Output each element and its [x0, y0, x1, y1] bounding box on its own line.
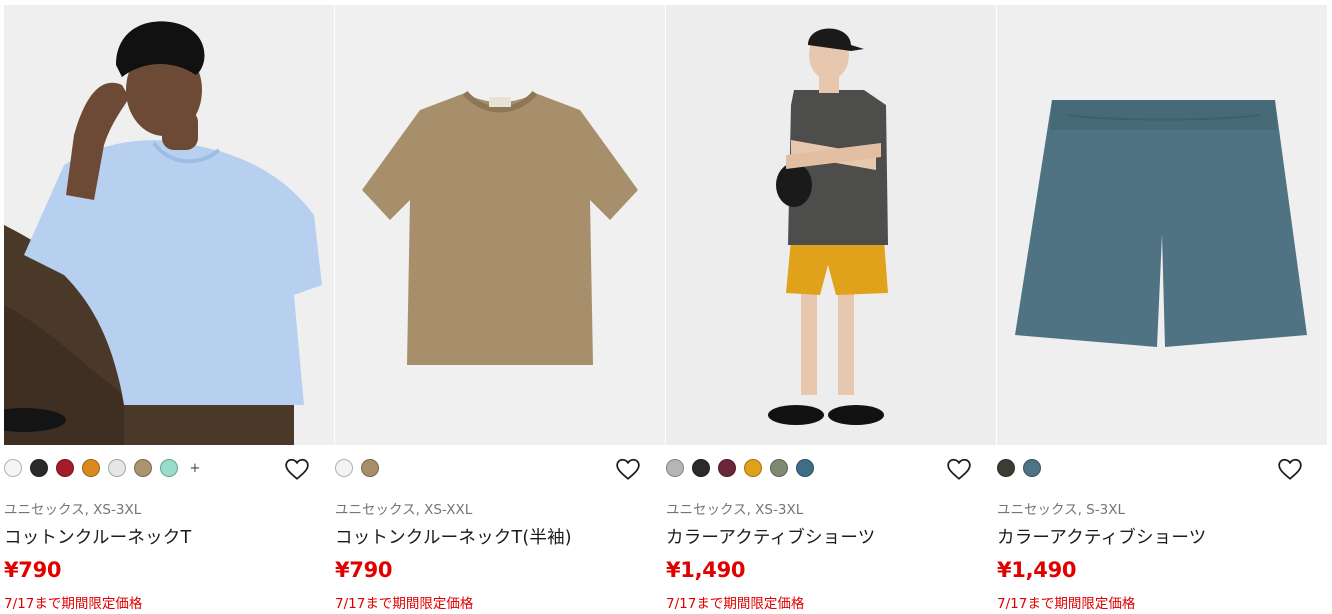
gender-size-label: ユニセックス, XS-XXL [335, 502, 473, 518]
product-name[interactable]: コットンクルーネックT [4, 524, 191, 549]
product-card[interactable]: ユニセックス, S-3XL カラーアクティブショーツ ¥1,490 7/17まで… [997, 5, 1327, 614]
color-swatch[interactable] [160, 459, 178, 477]
product-price: ¥790 [4, 558, 62, 582]
color-swatch[interactable] [692, 459, 710, 477]
color-swatch[interactable] [56, 459, 74, 477]
favorite-heart-icon[interactable] [1277, 457, 1303, 481]
color-swatch[interactable] [30, 459, 48, 477]
favorite-heart-icon[interactable] [284, 457, 310, 481]
more-colors-indicator[interactable]: + [188, 461, 202, 476]
color-swatch[interactable] [134, 459, 152, 477]
limited-price-note: 7/17まで期間限定価格 [666, 596, 805, 612]
color-swatches [666, 459, 814, 477]
gender-size-label: ユニセックス, XS-3XL [4, 502, 142, 518]
product-image[interactable] [4, 5, 334, 445]
product-price: ¥1,490 [666, 558, 746, 582]
product-image[interactable] [997, 5, 1327, 445]
color-swatch[interactable] [796, 459, 814, 477]
limited-price-note: 7/17まで期間限定価格 [4, 596, 143, 612]
product-card[interactable]: ユニセックス, XS-3XL カラーアクティブショーツ ¥1,490 7/17ま… [666, 5, 996, 614]
favorite-heart-icon[interactable] [946, 457, 972, 481]
gender-size-label: ユニセックス, S-3XL [997, 502, 1125, 518]
favorite-heart-icon[interactable] [615, 457, 641, 481]
color-swatches: + [4, 459, 202, 477]
product-name[interactable]: カラーアクティブショーツ [997, 524, 1206, 549]
product-image[interactable] [335, 5, 665, 445]
product-grid: + ユニセックス, XS-3XL コットンクルーネックT ¥790 7/17まで… [4, 5, 1330, 614]
limited-price-note: 7/17まで期間限定価格 [997, 596, 1136, 612]
product-name[interactable]: カラーアクティブショーツ [666, 524, 875, 549]
limited-price-note: 7/17まで期間限定価格 [335, 596, 474, 612]
product-name[interactable]: コットンクルーネックT(半袖) [335, 524, 572, 549]
color-swatches [997, 459, 1041, 477]
color-swatch[interactable] [108, 459, 126, 477]
color-swatch[interactable] [1023, 459, 1041, 477]
color-swatch[interactable] [718, 459, 736, 477]
product-card[interactable]: + ユニセックス, XS-3XL コットンクルーネックT ¥790 7/17まで… [4, 5, 334, 614]
product-price: ¥1,490 [997, 558, 1077, 582]
product-card[interactable]: ユニセックス, XS-XXL コットンクルーネックT(半袖) ¥790 7/17… [335, 5, 665, 614]
product-price: ¥790 [335, 558, 393, 582]
color-swatch[interactable] [666, 459, 684, 477]
color-swatch[interactable] [744, 459, 762, 477]
color-swatch[interactable] [770, 459, 788, 477]
product-image[interactable] [666, 5, 996, 445]
gender-size-label: ユニセックス, XS-3XL [666, 502, 804, 518]
color-swatch[interactable] [361, 459, 379, 477]
color-swatch[interactable] [997, 459, 1015, 477]
color-swatch[interactable] [82, 459, 100, 477]
color-swatch[interactable] [4, 459, 22, 477]
color-swatch[interactable] [335, 459, 353, 477]
color-swatches [335, 459, 379, 477]
